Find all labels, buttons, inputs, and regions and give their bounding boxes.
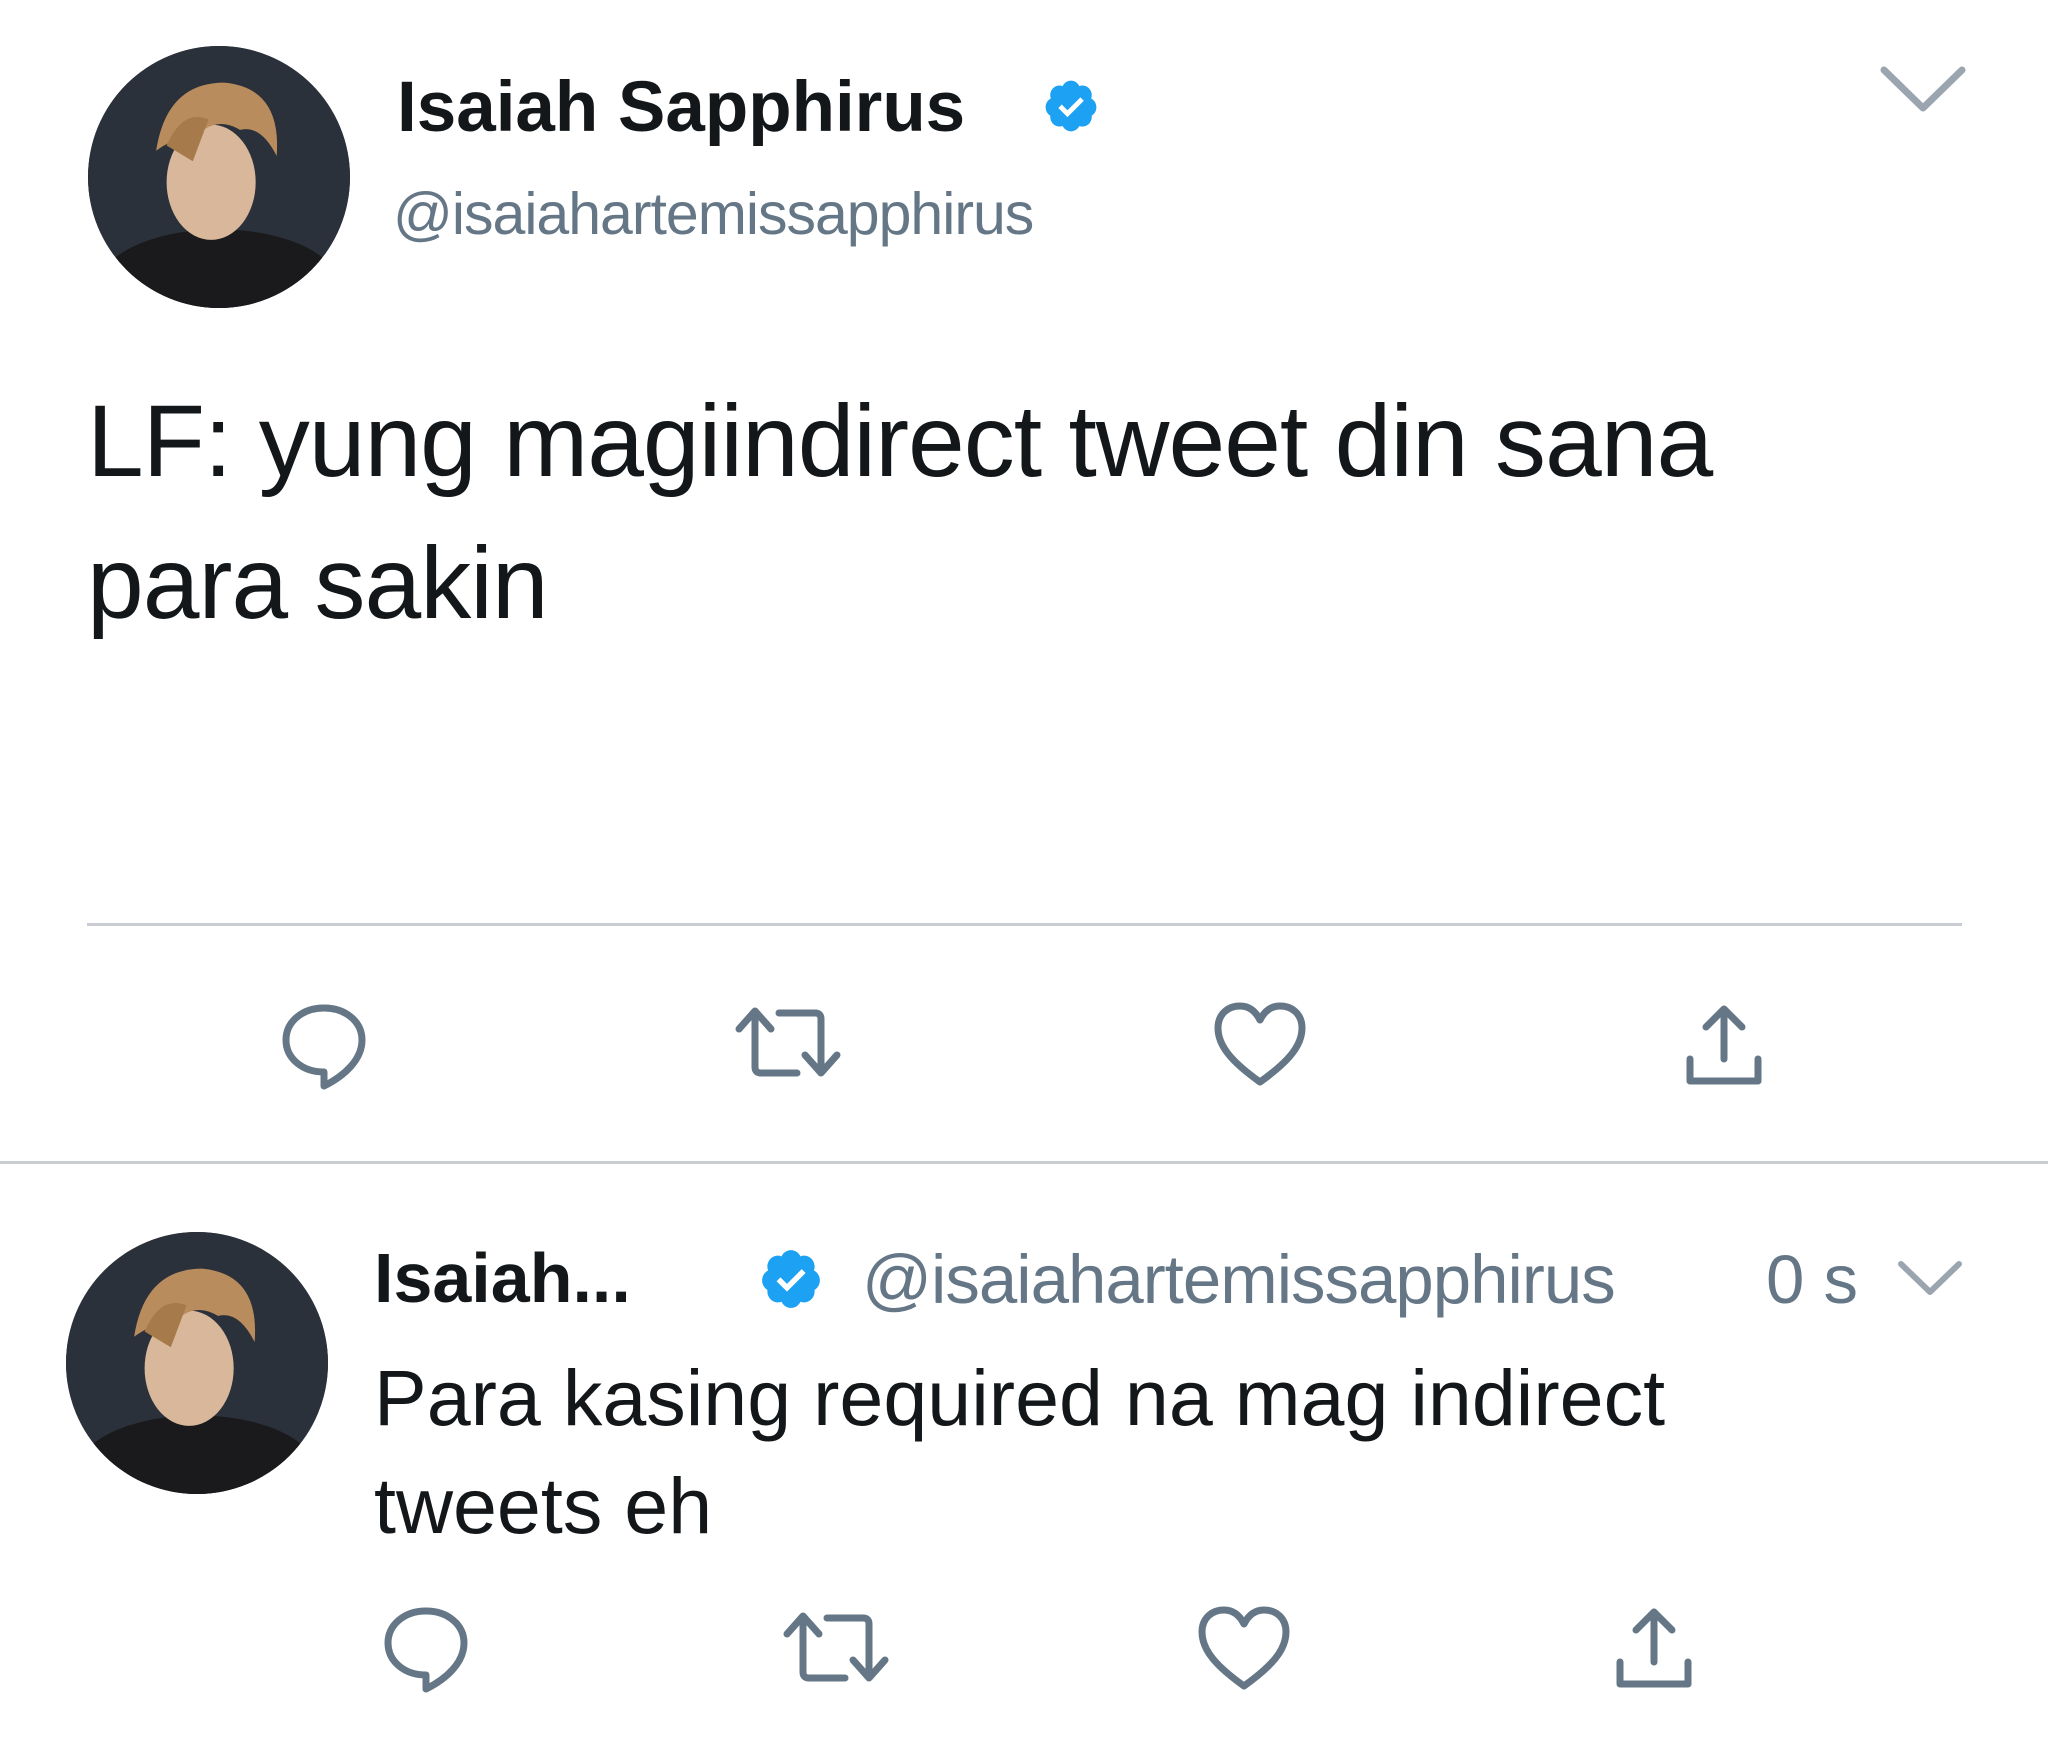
chevron-down-icon[interactable]: [1897, 1258, 1963, 1298]
retweet-icon[interactable]: [735, 1003, 841, 1083]
tweet-text-line: LF: yung magiindirect tweet din sana: [87, 384, 1713, 498]
like-icon[interactable]: [1212, 1000, 1308, 1088]
reply-text-line: tweets eh: [374, 1461, 713, 1550]
tweet-text-line: para sakin: [87, 526, 549, 640]
reply-icon[interactable]: [380, 1603, 472, 1695]
chevron-down-icon[interactable]: [1880, 64, 1966, 114]
reply-text: Para kasing required na mag indirect twe…: [374, 1344, 1665, 1560]
reply-text-line: Para kasing required na mag indirect: [374, 1353, 1666, 1442]
avatar[interactable]: [88, 46, 350, 308]
reply-icon[interactable]: [278, 1000, 370, 1092]
verified-badge-icon: [758, 1246, 824, 1312]
verified-badge-icon: [1042, 77, 1100, 135]
retweet-icon[interactable]: [783, 1608, 889, 1688]
like-icon[interactable]: [1196, 1604, 1292, 1692]
reply-handle[interactable]: @isaiahartemissapphirus: [862, 1240, 1616, 1320]
share-icon[interactable]: [1612, 1606, 1696, 1690]
display-name[interactable]: Isaiah Sapphirus: [397, 68, 965, 148]
share-icon[interactable]: [1682, 1003, 1766, 1087]
timestamp[interactable]: 0 s: [1766, 1240, 1858, 1320]
display-name[interactable]: Isaiah...: [374, 1238, 631, 1318]
avatar[interactable]: [66, 1232, 328, 1494]
action-divider: [87, 923, 1962, 926]
tweet-text: LF: yung magiindirect tweet din sana par…: [87, 370, 1713, 654]
handle[interactable]: @isaiahartemissapphirus: [393, 180, 1034, 248]
tweet-divider: [0, 1161, 2048, 1164]
